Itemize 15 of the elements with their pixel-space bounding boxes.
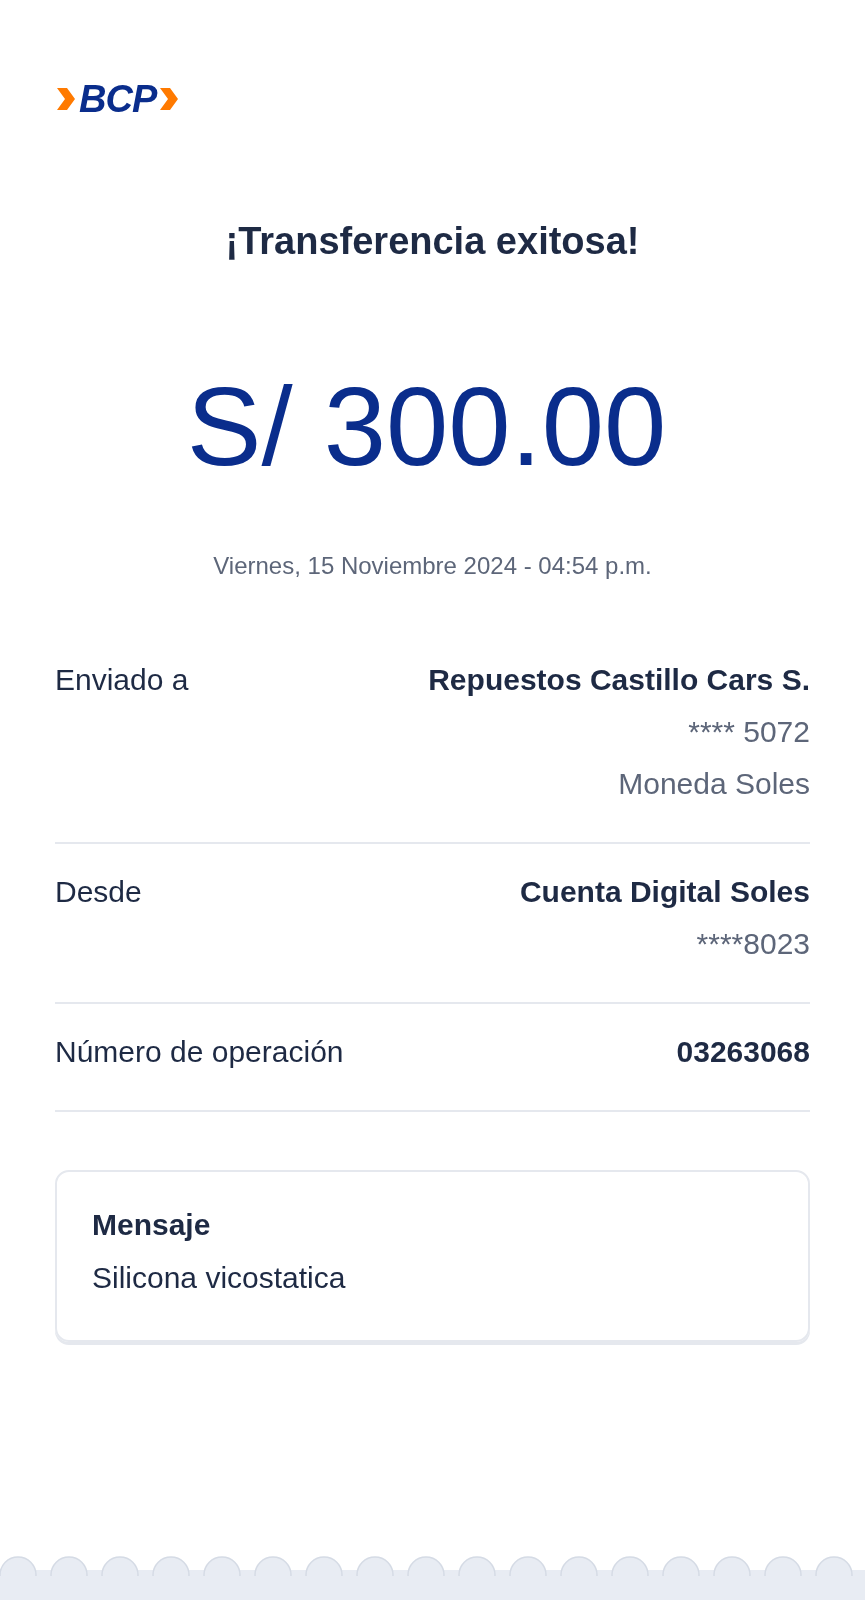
date-time: Viernes, 15 Noviembre 2024 - 04:54 p.m. bbox=[213, 550, 652, 581]
detail-label: Número de operación bbox=[55, 1033, 344, 1070]
message-title: Mensaje bbox=[92, 1206, 212, 1243]
detail-value: Moneda Soles bbox=[618, 765, 810, 802]
detail-label: Desde bbox=[55, 873, 142, 910]
success-title: ¡Transferencia exitosa! bbox=[225, 219, 640, 264]
logo: BCP bbox=[55, 80, 181, 118]
detail-value: **** 5072 bbox=[688, 713, 810, 750]
detail-value: ****8023 bbox=[696, 925, 810, 962]
detail-value: Repuestos Castillo Cars S. bbox=[428, 661, 810, 698]
detail-label: Enviado a bbox=[55, 661, 189, 698]
amount: S/ 300.00 bbox=[186, 370, 668, 483]
detail-value: 03263068 bbox=[676, 1033, 810, 1070]
detail-value: Cuenta Digital Soles bbox=[519, 873, 810, 910]
message-text: Silicona vicostatica bbox=[92, 1259, 347, 1296]
